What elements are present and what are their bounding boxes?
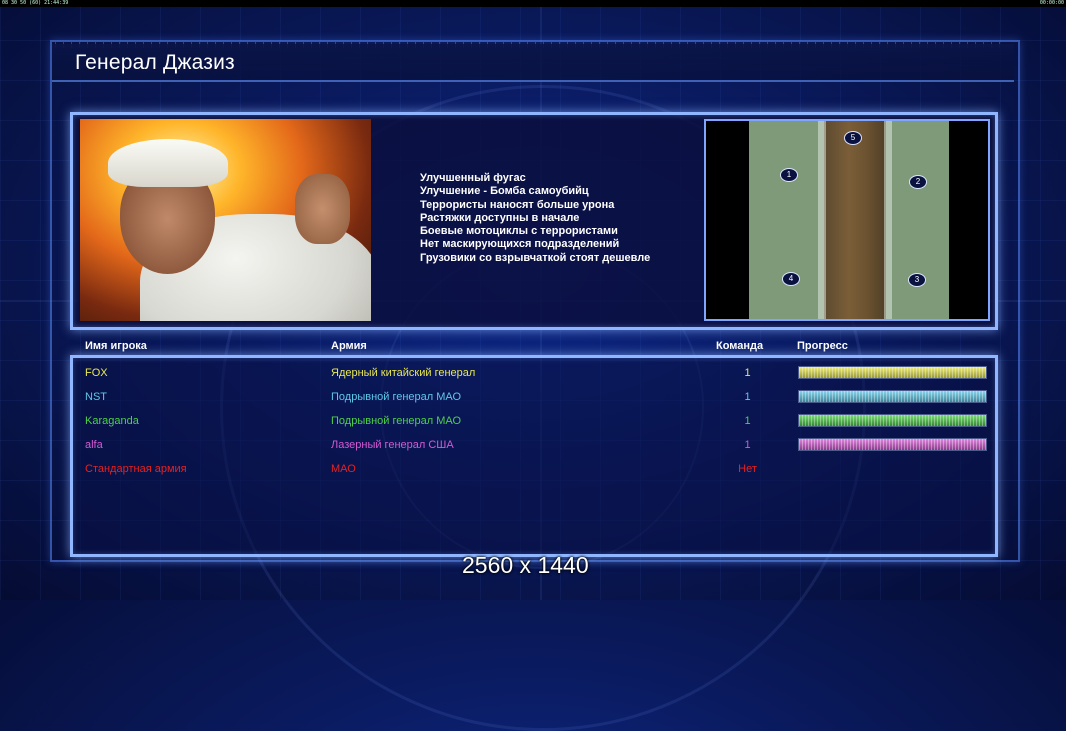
page-title: Генерал Джазиз <box>75 51 235 74</box>
players-panel <box>70 355 998 557</box>
feature-item: Улучшение - Бомба самоубийц <box>420 185 589 198</box>
player-name: Karaganda <box>85 415 139 427</box>
player-progress-bar <box>798 414 987 427</box>
feature-item: Растяжки доступны в начале <box>420 211 580 224</box>
map-start-position-4[interactable]: 4 <box>782 272 800 286</box>
player-team[interactable]: Нет <box>730 463 765 475</box>
player-row[interactable]: Karaganda Подрывной генерал МАО 1 <box>0 411 1066 431</box>
map-road-edge <box>884 121 892 319</box>
portrait-hand <box>295 174 350 244</box>
map-road-edge <box>818 121 826 319</box>
player-name: NST <box>85 391 107 403</box>
player-name: FOX <box>85 367 108 379</box>
map-start-position-1[interactable]: 1 <box>780 168 798 182</box>
player-army[interactable]: Ядерный китайский генерал <box>331 367 475 379</box>
player-row[interactable]: alfa Лазерный генерал США 1 <box>0 435 1066 455</box>
player-progress-bar <box>798 390 987 403</box>
map-road <box>824 121 886 319</box>
overlay-status-left: 08 30 50 (60) 21:44:39 <box>2 0 69 6</box>
player-team[interactable]: 1 <box>730 367 765 379</box>
player-team[interactable]: 1 <box>730 391 765 403</box>
feature-item: Улучшенный фугас <box>420 172 526 184</box>
column-header-team: Команда <box>716 340 764 352</box>
feature-item: Боевые мотоциклы с террористами <box>420 225 618 238</box>
column-header-progress: Прогресс <box>797 340 848 352</box>
player-army[interactable]: Подрывной генерал МАО <box>331 415 461 427</box>
feature-item: Нет маскирующихся подразделений <box>420 238 620 251</box>
general-portrait <box>80 119 371 321</box>
column-header-army: Армия <box>331 340 367 352</box>
player-name: alfa <box>85 439 103 451</box>
general-features-list: Улучшенный фугас Улучшение - Бомба самоу… <box>420 172 690 265</box>
player-team[interactable]: 1 <box>730 439 765 451</box>
map-preview: 5 1 2 4 3 <box>704 119 990 321</box>
player-row[interactable]: NST Подрывной генерал МАО 1 <box>0 387 1066 407</box>
map-start-position-2[interactable]: 2 <box>909 175 927 189</box>
feature-item: Грузовики со взрывчаткой стоят дешевле <box>420 251 651 264</box>
overlay-status-bar: 08 30 50 (60) 21:44:39 00:00:00 <box>0 0 1066 7</box>
player-progress-bar <box>798 438 987 451</box>
map-start-position-5[interactable]: 5 <box>844 131 862 145</box>
resolution-caption: 2560 x 1440 <box>462 552 589 578</box>
feature-item: Террористы наносят больше урона <box>420 198 615 211</box>
player-team[interactable]: 1 <box>730 415 765 427</box>
player-army[interactable]: Лазерный генерал США <box>331 439 454 451</box>
map-start-position-3[interactable]: 3 <box>908 273 926 287</box>
overlay-status-right: 00:00:00 <box>1039 0 1064 6</box>
player-name: Стандартная армия <box>85 463 187 475</box>
player-row[interactable]: FOX Ядерный китайский генерал 1 <box>0 363 1066 383</box>
column-header-player-name: Имя игрока <box>85 340 147 352</box>
portrait-turban <box>108 139 228 187</box>
player-progress-bar <box>798 366 987 379</box>
player-row[interactable]: Стандартная армия МАО Нет <box>0 459 1066 479</box>
player-army[interactable]: Подрывной генерал МАО <box>331 391 461 403</box>
player-army[interactable]: МАО <box>331 463 356 475</box>
